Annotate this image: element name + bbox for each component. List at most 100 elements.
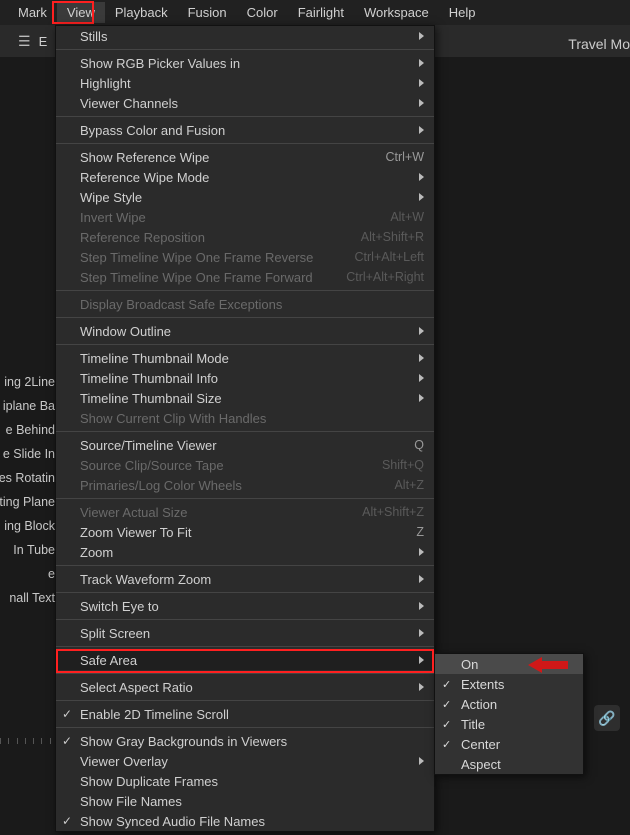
chevron-right-icon bbox=[419, 656, 424, 664]
menu-item-track-waveform-zoom[interactable]: Track Waveform Zoom bbox=[56, 569, 434, 589]
menu-help[interactable]: Help bbox=[439, 2, 486, 23]
submenu-item-extents[interactable]: ✓ Extents bbox=[435, 674, 583, 694]
submenu-item-label: Title bbox=[461, 717, 485, 732]
menu-item-label: Reference Wipe Mode bbox=[80, 170, 411, 185]
check-icon: ✓ bbox=[62, 707, 72, 721]
menu-item-label: Timeline Thumbnail Size bbox=[80, 391, 411, 406]
chevron-right-icon bbox=[419, 683, 424, 691]
background-clip-list: ing 2Line iplane Ba e Behind e Slide In … bbox=[0, 370, 55, 610]
menu-separator bbox=[56, 143, 434, 144]
menu-separator bbox=[56, 49, 434, 50]
menu-shortcut: Shift+Q bbox=[372, 458, 424, 472]
menu-item-source-clip-source-tape: Source Clip/Source TapeShift+Q bbox=[56, 455, 434, 475]
menu-item-label: Stills bbox=[80, 29, 411, 44]
menu-item-label: Highlight bbox=[80, 76, 411, 91]
menu-item-timeline-thumbnail-size[interactable]: Timeline Thumbnail Size bbox=[56, 388, 434, 408]
menu-item-show-synced-audio-file-names[interactable]: ✓ Show Synced Audio File Names bbox=[56, 811, 434, 831]
check-icon: ✓ bbox=[442, 678, 451, 691]
menu-item-label: Timeline Thumbnail Mode bbox=[80, 351, 411, 366]
menu-item-label: Show Gray Backgrounds in Viewers bbox=[80, 734, 424, 749]
menu-item-label: Show Current Clip With Handles bbox=[80, 411, 424, 426]
menu-item-label: Zoom bbox=[80, 545, 411, 560]
menu-playback[interactable]: Playback bbox=[105, 2, 178, 23]
menu-item-label: Safe Area bbox=[80, 653, 411, 668]
menu-shortcut: Alt+Z bbox=[384, 478, 424, 492]
menu-item-stills[interactable]: Stills bbox=[56, 26, 434, 46]
menu-item-label: Track Waveform Zoom bbox=[80, 572, 411, 587]
submenu-item-center[interactable]: ✓ Center bbox=[435, 734, 583, 754]
timeline-ruler-fragment bbox=[0, 735, 58, 747]
menu-item-label: Show File Names bbox=[80, 794, 424, 809]
submenu-item-aspect[interactable]: Aspect bbox=[435, 754, 583, 774]
menu-item-timeline-thumbnail-info[interactable]: Timeline Thumbnail Info bbox=[56, 368, 434, 388]
menu-item-label: Bypass Color and Fusion bbox=[80, 123, 411, 138]
menu-mark[interactable]: Mark bbox=[8, 2, 57, 23]
chevron-right-icon bbox=[419, 575, 424, 583]
menu-item-label: Step Timeline Wipe One Frame Reverse bbox=[80, 250, 345, 265]
menu-shortcut: Ctrl+W bbox=[375, 150, 424, 164]
menu-item-show-gray-backgrounds-in-viewers[interactable]: ✓Show Gray Backgrounds in Viewers bbox=[56, 731, 434, 751]
chevron-right-icon bbox=[419, 354, 424, 362]
menu-item-zoom-viewer-to-fit[interactable]: Zoom Viewer To FitZ bbox=[56, 522, 434, 542]
menu-item-display-broadcast-safe-exceptions: Display Broadcast Safe Exceptions bbox=[56, 294, 434, 314]
menu-item-label: Enable 2D Timeline Scroll bbox=[80, 707, 424, 722]
menu-item-show-file-names[interactable]: Show File Names bbox=[56, 791, 434, 811]
chevron-right-icon bbox=[419, 327, 424, 335]
menu-item-label: Show Synced Audio File Names bbox=[80, 814, 424, 829]
menu-item-split-screen[interactable]: Split Screen bbox=[56, 623, 434, 643]
menu-separator bbox=[56, 290, 434, 291]
menu-workspace[interactable]: Workspace bbox=[354, 2, 439, 23]
menu-item-highlight[interactable]: Highlight bbox=[56, 73, 434, 93]
submenu-item-label: On bbox=[461, 657, 478, 672]
menu-item-label: Switch Eye to bbox=[80, 599, 411, 614]
link-icon[interactable]: 🔗 bbox=[594, 705, 620, 731]
menubar: Mark View Playback Fusion Color Fairligh… bbox=[0, 0, 630, 25]
menu-fairlight[interactable]: Fairlight bbox=[288, 2, 354, 23]
menu-item-wipe-style[interactable]: Wipe Style bbox=[56, 187, 434, 207]
chevron-right-icon bbox=[419, 79, 424, 87]
menu-item-label: Wipe Style bbox=[80, 190, 411, 205]
check-icon: ✓ bbox=[442, 718, 451, 731]
viewer-title-fragment: Travel Mo bbox=[568, 32, 630, 56]
menu-item-label: Reference Reposition bbox=[80, 230, 351, 245]
check-icon: ✓ bbox=[442, 738, 451, 751]
chevron-right-icon bbox=[419, 629, 424, 637]
submenu-item-label: Center bbox=[461, 737, 500, 752]
menu-item-timeline-thumbnail-mode[interactable]: Timeline Thumbnail Mode bbox=[56, 348, 434, 368]
submenu-item-title[interactable]: ✓ Title bbox=[435, 714, 583, 734]
menu-item-reference-wipe-mode[interactable]: Reference Wipe Mode bbox=[56, 167, 434, 187]
submenu-item-label: Extents bbox=[461, 677, 504, 692]
menu-color[interactable]: Color bbox=[237, 2, 288, 23]
menu-item-label: Viewer Actual Size bbox=[80, 505, 352, 520]
menu-item-switch-eye-to[interactable]: Switch Eye to bbox=[56, 596, 434, 616]
menu-item-select-aspect-ratio[interactable]: Select Aspect Ratio bbox=[56, 677, 434, 697]
list-icon[interactable]: ☰ bbox=[18, 33, 31, 50]
menu-fusion[interactable]: Fusion bbox=[178, 2, 237, 23]
chevron-right-icon bbox=[419, 32, 424, 40]
chevron-right-icon bbox=[419, 193, 424, 201]
menu-item-viewer-overlay[interactable]: Viewer Overlay bbox=[56, 751, 434, 771]
menu-item-invert-wipe: Invert WipeAlt+W bbox=[56, 207, 434, 227]
menu-item-zoom[interactable]: Zoom bbox=[56, 542, 434, 562]
submenu-item-action[interactable]: ✓Action bbox=[435, 694, 583, 714]
menu-separator bbox=[56, 431, 434, 432]
check-icon: ✓ bbox=[62, 814, 72, 828]
menu-item-enable-2d-timeline-scroll[interactable]: ✓ Enable 2D Timeline Scroll bbox=[56, 704, 434, 724]
chevron-right-icon bbox=[419, 126, 424, 134]
menu-item-show-current-clip-with-handles: Show Current Clip With Handles bbox=[56, 408, 434, 428]
menu-item-window-outline[interactable]: Window Outline bbox=[56, 321, 434, 341]
menu-item-safe-area[interactable]: Safe Area bbox=[56, 650, 434, 670]
menu-item-show-reference-wipe[interactable]: Show Reference WipeCtrl+W bbox=[56, 147, 434, 167]
menu-item-source-timeline-viewer[interactable]: Source/Timeline ViewerQ bbox=[56, 435, 434, 455]
menu-item-show-rgb-picker-values-in[interactable]: Show RGB Picker Values in bbox=[56, 53, 434, 73]
menu-separator bbox=[56, 116, 434, 117]
toolbar-fragment: E bbox=[39, 34, 48, 49]
chevron-right-icon bbox=[419, 548, 424, 556]
check-icon: ✓ bbox=[442, 698, 451, 711]
view-dropdown: Stills Show RGB Picker Values in Highlight… bbox=[55, 25, 435, 832]
menu-item-label: Show RGB Picker Values in bbox=[80, 56, 411, 71]
menu-item-bypass-color-and-fusion[interactable]: Bypass Color and Fusion bbox=[56, 120, 434, 140]
menu-item-show-duplicate-frames[interactable]: Show Duplicate Frames bbox=[56, 771, 434, 791]
menu-view[interactable]: View bbox=[57, 2, 105, 23]
menu-item-viewer-channels[interactable]: Viewer Channels bbox=[56, 93, 434, 113]
